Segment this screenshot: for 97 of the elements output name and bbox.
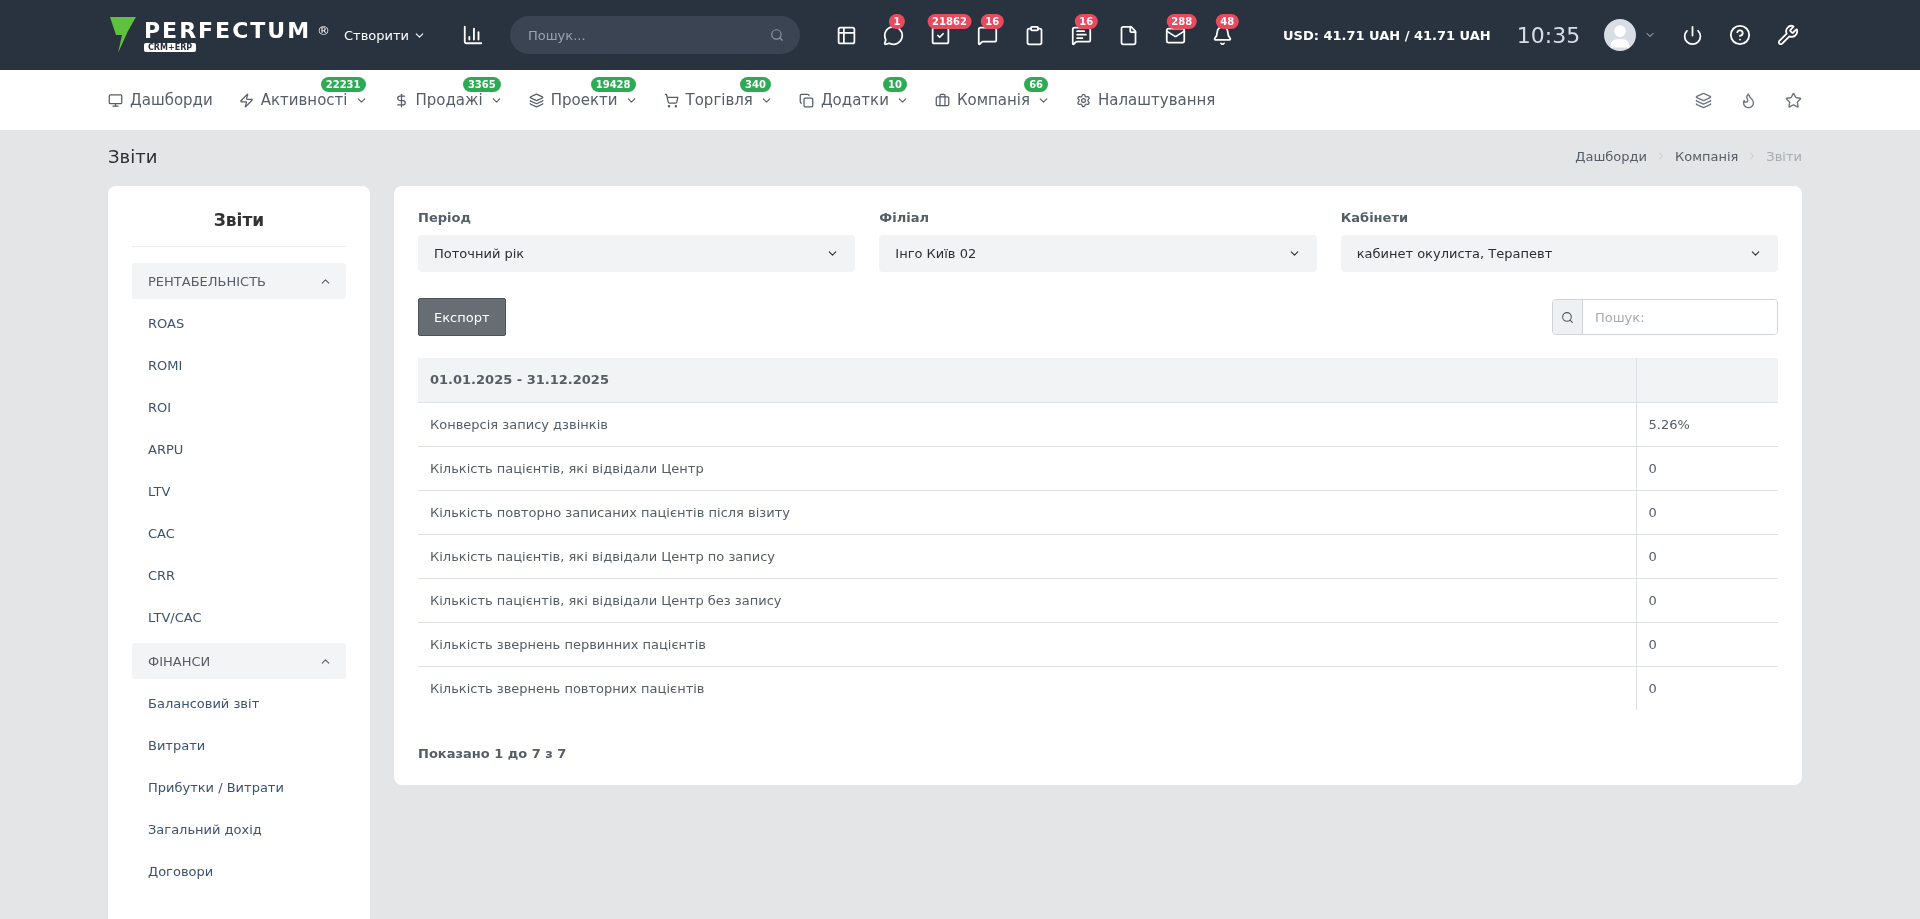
sidebar-link[interactable]: CRR xyxy=(132,555,346,597)
breadcrumb-link[interactable]: Дашборди xyxy=(1575,148,1647,164)
table-header: 01.01.2025 - 31.12.2025 xyxy=(418,358,1636,402)
nav-item[interactable]: Активності xyxy=(238,91,368,109)
layers-icon[interactable] xyxy=(1695,91,1712,109)
sidebar-title: Звіти xyxy=(132,200,346,247)
count-badge: 16 xyxy=(1074,13,1099,29)
table-cell: 0 xyxy=(1636,622,1778,666)
count-badge: 22231 xyxy=(320,77,366,92)
count-badge: 48 xyxy=(1215,13,1240,29)
logo-subtitle: CRM+ERP xyxy=(144,43,197,52)
table-search-field[interactable]: Пошук: xyxy=(1552,299,1778,335)
count-badge: 288 xyxy=(1166,13,1198,29)
section-header[interactable]: ФІНАНСИ xyxy=(132,643,346,679)
filter-label: Кабінети xyxy=(1340,210,1410,225)
wrench-icon[interactable] xyxy=(1777,24,1800,46)
search-icon xyxy=(770,28,784,42)
sidebar-link[interactable]: ROMI xyxy=(132,345,346,387)
table-cell: Кількість звернень первинних пацієнтів xyxy=(418,622,1636,666)
file-icon[interactable] xyxy=(1118,24,1139,46)
star-icon[interactable] xyxy=(1785,91,1802,109)
count-badge: 3365 xyxy=(462,77,501,92)
bar-chart-icon[interactable] xyxy=(462,24,484,46)
flame-icon[interactable] xyxy=(1740,91,1757,109)
page-title: Звіти xyxy=(108,145,158,167)
table-cell: Кількість пацієнтів, які відвідали Центр xyxy=(418,446,1636,490)
nav-item[interactable]: Торгівля xyxy=(663,91,773,109)
nav-item[interactable]: Проекти xyxy=(528,91,638,109)
filter-select[interactable]: Інго Київ 02 xyxy=(879,235,1317,272)
briefcase-icon xyxy=(934,92,950,108)
filter-select[interactable]: кабинет окулиста, Терапевт xyxy=(1340,235,1778,272)
sidebar-link[interactable]: LTV/CAC xyxy=(132,597,346,639)
logo-icon xyxy=(108,15,138,55)
count-badge: 340 xyxy=(740,77,771,92)
monitor-icon xyxy=(108,92,123,108)
count-badge: 66 xyxy=(1024,77,1049,92)
layers-icon xyxy=(528,92,544,108)
sidebar-link[interactable]: ROI xyxy=(132,387,346,429)
nav-item[interactable]: Продажі xyxy=(393,91,503,109)
count-badge: 10 xyxy=(883,77,907,92)
registered-mark: ® xyxy=(317,23,331,38)
sidebar-link[interactable]: Договори xyxy=(132,851,346,893)
sidebar-link[interactable]: ROAS xyxy=(132,303,346,345)
sidebar-link[interactable]: Загальний дохід xyxy=(132,809,346,851)
search-input[interactable]: Пошук... xyxy=(526,26,770,44)
breadcrumb-link[interactable]: Компанія xyxy=(1674,148,1739,164)
logo-text: PERFECTUM xyxy=(144,18,312,43)
sidebar-link[interactable]: ARPU xyxy=(132,429,346,471)
table-cell: Конверсія запису дзвінків xyxy=(418,402,1636,446)
table-icon[interactable] xyxy=(836,24,857,46)
sidebar-link[interactable]: LTV xyxy=(132,471,346,513)
clock-time: 10:35 xyxy=(1516,22,1581,48)
filter-label: Філіал xyxy=(879,210,930,225)
nav-item[interactable]: Компанія xyxy=(934,91,1051,109)
table-cell: 0 xyxy=(1636,578,1778,622)
section-title: ФІНАНСИ xyxy=(148,653,211,669)
help-icon[interactable] xyxy=(1729,24,1752,46)
clipboard-icon[interactable] xyxy=(1024,24,1045,46)
sidebar-link[interactable]: Витрати xyxy=(132,725,346,767)
sidebar-link[interactable]: Балансовий звіт xyxy=(132,683,346,725)
filter-label: Період xyxy=(418,210,472,225)
count-badge: 21862 xyxy=(927,13,972,29)
table-cell: 0 xyxy=(1636,490,1778,534)
search-field[interactable]: Пошук... xyxy=(510,16,800,54)
settings-icon xyxy=(1076,92,1092,108)
chat-icon[interactable] xyxy=(883,24,904,46)
table-cell: 0 xyxy=(1636,666,1778,710)
table-cell: 0 xyxy=(1636,446,1778,490)
lightning-icon xyxy=(238,92,254,108)
count-badge: 19428 xyxy=(590,77,636,92)
nav-item[interactable]: Дашборди xyxy=(108,91,213,109)
table-cell: Кількість повторно записаних пацієнтів після візиту xyxy=(418,490,1636,534)
power-icon[interactable] xyxy=(1682,24,1704,46)
comment-icon[interactable] xyxy=(1071,24,1092,46)
pagination-info: Показано 1 до 7 з 7 xyxy=(418,746,568,761)
sidebar-link[interactable]: CAC xyxy=(132,513,346,555)
table-cell: 5.26% xyxy=(1636,402,1778,446)
count-badge: 16 xyxy=(980,13,1005,29)
cart-icon xyxy=(663,92,679,108)
search-icon xyxy=(1553,300,1583,334)
table-cell: Кількість пацієнтів, які відвідали Центр без запису xyxy=(418,578,1636,622)
copy-icon xyxy=(798,92,814,108)
section-title: РЕНТАБЕЛЬНІСТЬ xyxy=(148,273,267,289)
count-badge: 1 xyxy=(888,13,906,29)
sidebar-link[interactable]: Прибутки / Витрати xyxy=(132,767,346,809)
table-cell: 0 xyxy=(1636,534,1778,578)
section-header[interactable]: РЕНТАБЕЛЬНІСТЬ xyxy=(132,263,346,299)
nav-item[interactable]: Налаштування xyxy=(1076,91,1216,109)
avatar-icon[interactable] xyxy=(1604,19,1637,51)
nav-item[interactable]: Додатки xyxy=(798,91,909,109)
export-button[interactable]: Експорт xyxy=(418,298,506,336)
currency-rate: USD: 41.71 UAH / 41.71 UAH xyxy=(1283,27,1491,43)
message-icon[interactable] xyxy=(977,24,998,46)
create-button[interactable]: Створити xyxy=(338,26,432,44)
filter-select[interactable]: Поточний рік xyxy=(418,235,856,272)
table-cell: Кількість пацієнтів, які відвідали Центр по запису xyxy=(418,534,1636,578)
table-cell: Кількість звернень повторних пацієнтів xyxy=(418,666,1636,710)
